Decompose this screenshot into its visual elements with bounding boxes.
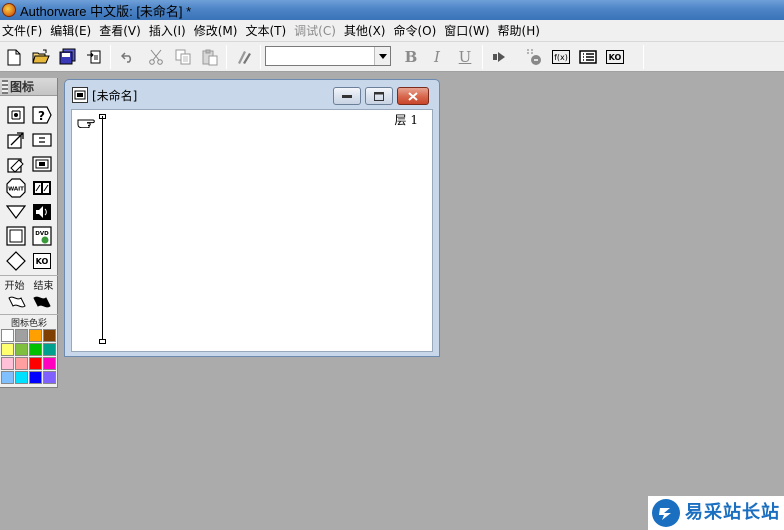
color-swatch[interactable] <box>29 371 42 384</box>
variables-icon[interactable] <box>577 46 599 68</box>
start-flag-icon[interactable] <box>6 291 28 313</box>
copy-icon[interactable] <box>172 46 194 68</box>
color-swatch[interactable] <box>43 329 56 342</box>
layer-indicator: 层 1 <box>394 113 418 127</box>
color-swatch[interactable] <box>43 357 56 370</box>
chevron-down-icon[interactable] <box>374 47 390 65</box>
run-icon[interactable] <box>489 46 511 68</box>
underline-icon[interactable]: U <box>454 46 476 68</box>
drag-grip-icon[interactable] <box>2 79 8 94</box>
menu-item[interactable]: 文本(T) <box>243 22 292 39</box>
design-window-icon <box>72 87 88 103</box>
menu-item[interactable]: 命令(O) <box>391 22 442 39</box>
save-all-icon[interactable] <box>57 46 79 68</box>
design-window-title: [未命名] <box>92 88 138 103</box>
menu-item[interactable]: 帮助(H) <box>496 22 546 39</box>
color-swatch[interactable] <box>15 371 28 384</box>
color-swatch[interactable] <box>15 329 28 342</box>
palette-header[interactable]: 图标 <box>0 78 57 96</box>
watermark-logo: 易采站长站 <box>648 496 784 530</box>
find-icon[interactable] <box>233 46 255 68</box>
map-icon[interactable] <box>31 153 53 175</box>
title-bar: Authorware 中文版: [未命名] * <box>0 0 784 20</box>
watermark-text: 易采站长站 <box>685 502 780 523</box>
menu-bar: 文件(F) 编辑(E) 查看(V) 插入(I) 修改(M) 文本(T) 调试(C) 其他(X)… <box>0 20 784 42</box>
svg-text:DVD: DVD <box>35 231 49 237</box>
undo-icon[interactable] <box>117 46 139 68</box>
menu-item[interactable]: 查看(V) <box>97 22 147 39</box>
text-style-dropdown[interactable] <box>265 46 391 66</box>
watermark-logo-icon <box>652 499 680 527</box>
italic-icon[interactable]: I <box>426 46 448 68</box>
svg-text:?: ? <box>38 109 45 123</box>
control-panel-icon[interactable] <box>523 46 545 68</box>
color-swatch[interactable] <box>29 343 42 356</box>
window-title: Authorware 中文版: [未命名] * <box>20 3 192 19</box>
knowledge-object-icon[interactable]: KO <box>31 250 53 272</box>
navigate-icon[interactable] <box>5 201 27 223</box>
erase-icon[interactable] <box>5 153 27 175</box>
bold-icon[interactable]: B <box>400 46 422 68</box>
import-icon[interactable] <box>83 46 105 68</box>
palette-title: 图标 <box>10 80 35 94</box>
color-swatch[interactable] <box>15 343 28 356</box>
color-swatch[interactable] <box>1 357 14 370</box>
menu-item[interactable]: 编辑(E) <box>48 22 97 39</box>
close-button[interactable] <box>397 87 429 105</box>
authorware-app-icon <box>2 3 16 17</box>
motion-icon[interactable] <box>5 129 27 151</box>
cut-icon[interactable] <box>145 46 167 68</box>
end-flag-label: 结束 <box>33 281 54 292</box>
framework-icon[interactable] <box>5 225 27 247</box>
design-window-titlebar[interactable]: [未命名] <box>65 80 439 110</box>
menu-item[interactable]: 插入(I) <box>147 22 192 39</box>
end-flag-icon[interactable] <box>31 291 53 313</box>
start-end-flags-label: 开始 结束 <box>0 277 58 292</box>
digital-movie-icon[interactable] <box>31 177 53 199</box>
minimize-button[interactable] <box>333 87 361 105</box>
interaction-icon[interactable]: ? <box>31 104 53 126</box>
menu-item[interactable]: 调试(C) <box>292 22 342 39</box>
open-icon[interactable] <box>30 46 52 68</box>
calculation-icon[interactable] <box>31 129 53 151</box>
toolbar: B I U f(x) KO <box>0 42 784 72</box>
color-swatch[interactable] <box>15 357 28 370</box>
icon-color-label: 图标色彩 <box>10 319 47 329</box>
display-icon[interactable] <box>5 104 27 126</box>
color-swatch[interactable] <box>1 329 14 342</box>
knowledge-objects-icon[interactable]: KO <box>604 46 626 68</box>
flowline-canvas[interactable]: 层 1 <box>71 109 433 352</box>
maximize-button[interactable] <box>365 87 393 105</box>
new-icon[interactable] <box>3 46 25 68</box>
color-swatch[interactable] <box>43 371 56 384</box>
sound-icon[interactable] <box>31 201 53 223</box>
menu-item[interactable]: 其他(X) <box>342 22 392 39</box>
menu-item[interactable]: 窗口(W) <box>442 22 495 39</box>
wait-icon[interactable]: WAIT <box>5 177 27 199</box>
icon-palette: 图标 ? WAIT DVD KO 开始 结束 图标色彩 <box>0 78 58 388</box>
color-swatch[interactable] <box>29 329 42 342</box>
svg-text:WAIT: WAIT <box>8 187 24 193</box>
flowline-end-marker <box>99 339 106 344</box>
design-window: [未命名] 层 1 <box>64 79 440 357</box>
flowline <box>102 116 103 344</box>
color-swatch[interactable] <box>43 343 56 356</box>
paste-hand-pointer-icon <box>77 116 95 131</box>
menu-item[interactable]: 文件(F) <box>0 22 48 39</box>
color-swatch[interactable] <box>1 371 14 384</box>
paste-icon[interactable] <box>199 46 221 68</box>
menu-item[interactable]: 修改(M) <box>192 22 244 39</box>
start-flag-label: 开始 <box>4 281 25 292</box>
decision-icon[interactable] <box>5 250 27 272</box>
functions-icon[interactable]: f(x) <box>550 46 572 68</box>
video-icon[interactable]: DVD <box>31 225 53 247</box>
color-swatch[interactable] <box>1 343 14 356</box>
color-swatch[interactable] <box>29 357 42 370</box>
